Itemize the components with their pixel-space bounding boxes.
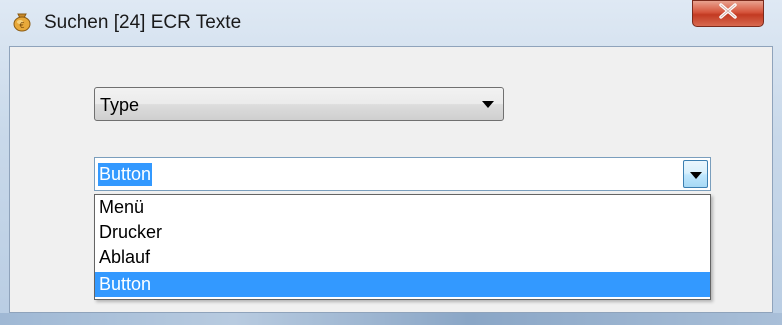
- dropdown-option-menu[interactable]: Menü: [95, 195, 710, 220]
- type-select-value: Type: [100, 95, 140, 115]
- type-select[interactable]: Type: [94, 87, 504, 121]
- dialog-window: € Suchen [24] ECR Texte Type Button Menü…: [0, 0, 782, 325]
- window-bottom-edge: [0, 313, 782, 325]
- dropdown-option-ablauf[interactable]: Ablauf: [95, 245, 710, 270]
- chevron-down-icon: [690, 172, 702, 179]
- value-combobox-text[interactable]: Button: [98, 163, 153, 186]
- combobox-dropdown-button[interactable]: [683, 160, 708, 188]
- svg-text:€: €: [19, 21, 24, 30]
- chevron-down-icon: [482, 101, 494, 108]
- dropdown-option-button[interactable]: Button: [95, 272, 710, 297]
- close-icon: [717, 3, 739, 24]
- close-button[interactable]: [692, 0, 764, 27]
- value-combobox[interactable]: Button: [94, 157, 711, 191]
- dropdown-option-drucker[interactable]: Drucker: [95, 220, 710, 245]
- window-title: Suchen [24] ECR Texte: [44, 12, 242, 33]
- title-bar[interactable]: € Suchen [24] ECR Texte: [0, 0, 782, 46]
- dropdown-list: Menü Drucker Ablauf Button: [94, 194, 711, 300]
- money-bag-icon: €: [11, 10, 33, 32]
